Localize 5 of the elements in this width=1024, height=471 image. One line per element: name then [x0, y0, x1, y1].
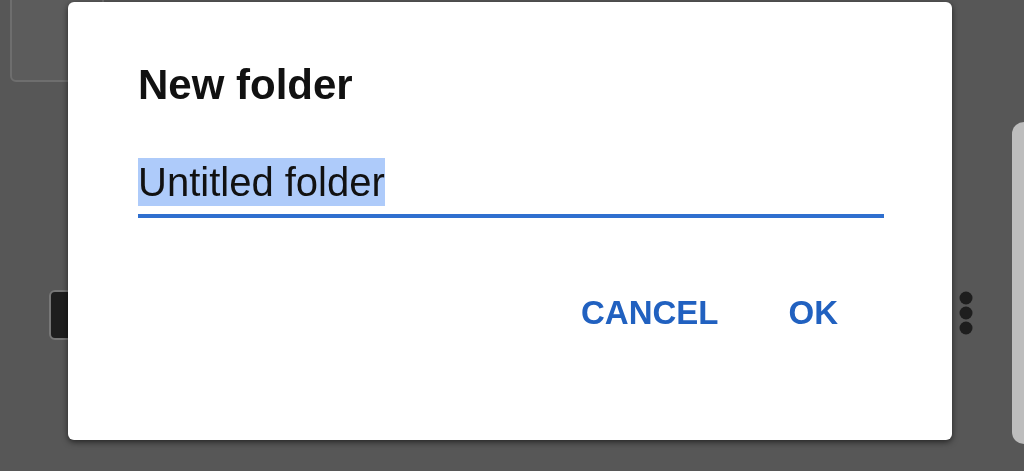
cancel-button[interactable]: CANCEL	[581, 288, 719, 339]
folder-name-field[interactable]: Untitled folder	[138, 158, 884, 219]
dialog-title: New folder	[138, 60, 354, 110]
ok-button[interactable]: OK	[788, 288, 838, 339]
more-options-icon[interactable]	[958, 290, 974, 336]
